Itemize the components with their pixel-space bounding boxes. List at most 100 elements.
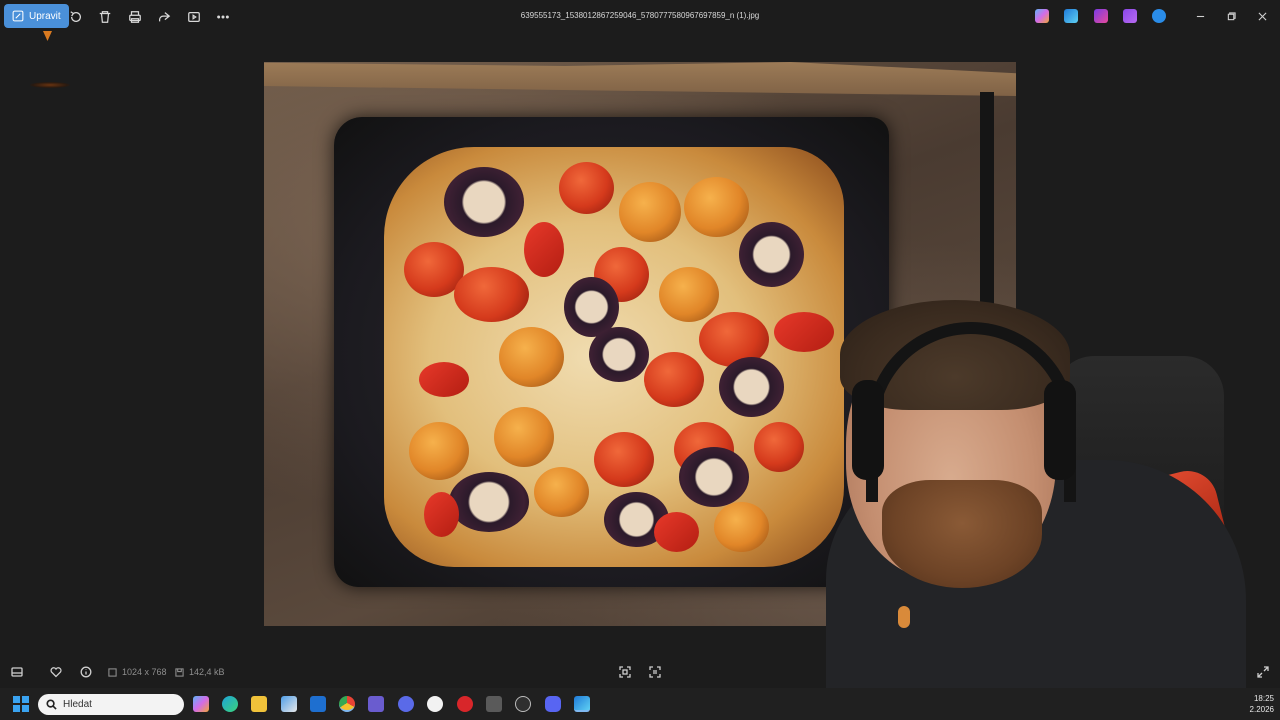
actual-size-button[interactable] <box>646 664 664 680</box>
print-icon <box>129 11 141 23</box>
tomato-slice <box>714 502 769 552</box>
image-size-icon <box>108 667 117 677</box>
windows-logo-icon <box>21 704 29 712</box>
more-icon <box>217 15 229 19</box>
disk-icon <box>175 667 184 677</box>
edit-button-label: Upravit <box>29 10 61 22</box>
tomato-slice <box>499 327 564 387</box>
close-icon <box>1258 12 1266 20</box>
clipchamp-icon[interactable] <box>1094 9 1108 23</box>
webcam-overlay <box>826 300 1280 720</box>
maximize-button[interactable] <box>1222 8 1240 24</box>
windows-logo-icon <box>21 696 29 704</box>
file-explorer-icon[interactable] <box>251 696 267 712</box>
info-bar: 1024 x 768 142,4 kB <box>0 658 1280 686</box>
store-icon[interactable] <box>281 696 297 712</box>
actual-size-icon <box>649 666 661 678</box>
filmstrip-icon <box>11 667 23 677</box>
share-button[interactable] <box>153 6 175 28</box>
file-size-value: 142,4 kB <box>189 667 225 677</box>
eggplant-slice <box>449 472 529 532</box>
wordpress-icon[interactable] <box>427 696 443 712</box>
teams-icon[interactable] <box>368 696 384 712</box>
share-icon <box>159 12 171 22</box>
slideshow-button[interactable] <box>183 6 205 28</box>
slideshow-icon <box>188 12 200 22</box>
edit-button[interactable]: Upravit <box>4 4 69 28</box>
chrome-icon[interactable] <box>339 696 355 712</box>
restore-icon <box>1227 11 1236 20</box>
image-dimensions: 1024 x 768 <box>108 667 167 677</box>
red-pepper <box>524 222 564 277</box>
edge-icon[interactable] <box>222 696 238 712</box>
headset-earcup <box>852 380 884 480</box>
headset-earcup <box>1044 380 1076 480</box>
video-editor-icon[interactable] <box>1123 9 1137 23</box>
eggplant-slice <box>719 357 784 417</box>
eggplant-slice <box>589 327 649 382</box>
shirt-pin <box>898 606 910 628</box>
system-clock[interactable]: 18:25 2.2026 <box>1250 693 1274 715</box>
tomato-slice <box>594 432 654 487</box>
onedrive-icon[interactable] <box>1152 9 1166 23</box>
fullscreen-icon <box>1257 666 1269 678</box>
messenger-icon[interactable] <box>398 696 414 712</box>
taskbar-search-box[interactable]: Hledat <box>38 694 184 715</box>
tomato-slice <box>409 422 469 480</box>
onion-ring <box>739 222 804 287</box>
outlook-icon[interactable] <box>310 696 326 712</box>
tomato-slice <box>659 267 719 322</box>
tomato-slice <box>494 407 554 467</box>
fit-screen-icon <box>619 666 631 678</box>
info-button[interactable] <box>77 664 95 680</box>
filmstrip-toggle-button[interactable] <box>8 664 26 680</box>
red-pepper <box>419 362 469 397</box>
file-size: 142,4 kB <box>175 667 225 677</box>
tomato-slice <box>684 177 749 237</box>
tomato-slice <box>619 182 681 242</box>
close-button[interactable] <box>1253 8 1271 24</box>
more-button[interactable] <box>212 6 234 28</box>
fullscreen-button[interactable] <box>1254 664 1272 680</box>
photos-app-icon[interactable] <box>1064 9 1078 23</box>
copilot-icon[interactable] <box>193 696 209 712</box>
photos-app-window: Upravit 639555173_1538012867259046_57807… <box>0 0 1280 720</box>
copilot-icon[interactable] <box>1035 9 1049 23</box>
edit-icon <box>12 10 24 22</box>
red-pepper <box>654 512 699 552</box>
photos-app-icon[interactable] <box>574 696 590 712</box>
red-pepper <box>774 312 834 352</box>
eggplant-slice <box>444 167 524 237</box>
tomato-slice <box>454 267 529 322</box>
title-bar: Upravit 639555173_1538012867259046_57807… <box>0 0 1280 34</box>
filmstrip-thumbnail[interactable] <box>43 31 52 41</box>
filmstrip-thumbnail[interactable] <box>30 82 70 88</box>
rotate-button[interactable] <box>65 6 87 28</box>
red-pepper <box>424 492 459 537</box>
start-button[interactable] <box>13 696 29 712</box>
heart-icon <box>50 667 62 678</box>
rotate-icon <box>70 11 81 22</box>
tomato-slice <box>644 352 704 407</box>
clock-time: 18:25 <box>1253 694 1274 703</box>
search-icon <box>46 699 57 710</box>
tomato-slice <box>559 162 614 214</box>
search-placeholder: Hledat <box>63 699 92 710</box>
delete-button[interactable] <box>94 6 116 28</box>
tomato-slice <box>754 422 804 472</box>
discord-icon[interactable] <box>545 696 561 712</box>
tomato-slice <box>534 467 589 517</box>
trash-icon <box>99 11 111 23</box>
windows-logo-icon <box>13 696 21 704</box>
obs-icon[interactable] <box>515 696 531 712</box>
eggplant-slice <box>679 447 749 507</box>
minimize-icon <box>1196 15 1204 17</box>
minimize-button[interactable] <box>1191 8 1209 24</box>
calculator-icon[interactable] <box>486 696 502 712</box>
recording-app-icon[interactable] <box>457 696 473 712</box>
favorite-button[interactable] <box>47 664 65 680</box>
windows-logo-icon <box>13 704 21 712</box>
print-button[interactable] <box>124 6 146 28</box>
fit-to-window-button[interactable] <box>616 664 634 680</box>
windows-taskbar: Hledat 18:25 2.2026 <box>0 688 1280 720</box>
